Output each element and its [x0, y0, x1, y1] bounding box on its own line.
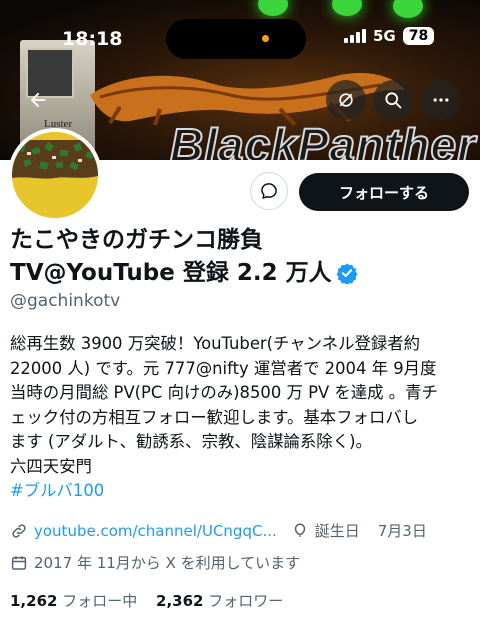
- follow-counts: 1,262 フォロー中 2,362 フォロワー: [10, 590, 283, 611]
- verified-badge-icon[interactable]: [336, 262, 358, 284]
- bio-hashtag-link[interactable]: #ブルバ100: [10, 479, 470, 504]
- search-icon: [385, 92, 402, 109]
- bio-line: 当時の月間総 PV(PC 向けのみ)8500 万 PV を達成 。青チ: [10, 383, 438, 402]
- profile-joined-row: 2017 年 11月から X を利用しています: [10, 552, 300, 573]
- back-arrow-icon: [30, 92, 46, 108]
- following-link[interactable]: 1,262 フォロー中: [10, 592, 142, 610]
- balloon-icon: [294, 522, 306, 537]
- avatar[interactable]: [8, 128, 102, 222]
- recording-dot: [262, 35, 269, 42]
- message-icon: [261, 183, 277, 199]
- banner-big-text: BlackPanther: [169, 118, 477, 160]
- network-label: 5G: [373, 27, 396, 45]
- status-time: 18:18: [62, 28, 123, 50]
- profile-name-line2: TV@YouTube 登録 2.2 万人: [10, 260, 332, 286]
- birthday-label: 誕生日: [314, 522, 360, 540]
- calendar-icon: [11, 555, 27, 570]
- bio-line: 六四天安門: [10, 456, 92, 476]
- following-label: フォロー中: [62, 592, 138, 610]
- profile-bio: 総再生数 3900 万突破！YouTuber(チャンネル登録者約 22000 人…: [10, 332, 470, 504]
- profile-handle: @gachinkotv: [10, 291, 121, 311]
- back-button[interactable]: [18, 80, 58, 120]
- profile-name: たこやきのガチンコ勝負 TV@YouTube 登録 2.2 万人: [10, 224, 390, 290]
- banner-light: [393, 0, 423, 18]
- followers-link[interactable]: 2,362 フォロワー: [156, 592, 283, 610]
- banner-light: [332, 0, 362, 16]
- takoyaki-avatar-image: [12, 132, 98, 218]
- battery-icon: 78: [402, 27, 435, 45]
- bio-line: ェック付の方相互フォロー歓迎します。基本フォロバし: [10, 407, 419, 427]
- signal-icon: [344, 29, 366, 43]
- profile-name-line2-wrap: TV@YouTube 登録 2.2 万人: [10, 257, 390, 290]
- message-button[interactable]: [250, 172, 288, 210]
- joined-date: 2017 年 11月から X を利用しています: [34, 554, 301, 572]
- profile-website-link[interactable]: youtube.com/channel/UCngqC...: [34, 522, 277, 540]
- profile-meta-row: youtube.com/channel/UCngqC... 誕生日 7月3日: [10, 520, 427, 541]
- more-button[interactable]: [421, 80, 461, 120]
- bio-line: 総再生数 3900 万突破！YouTuber(チャンネル登録者約: [10, 334, 421, 353]
- notification-toggle-button[interactable]: [326, 80, 366, 120]
- follow-button[interactable]: フォローする: [299, 173, 469, 211]
- followers-count: 2,362: [156, 592, 204, 610]
- dynamic-island: [166, 19, 306, 59]
- profile-name-line1: たこやきのガチンコ勝負: [10, 227, 263, 253]
- birthday-value: 7月3日: [377, 522, 427, 540]
- no-notification-icon: [339, 93, 353, 107]
- following-count: 1,262: [10, 592, 58, 610]
- bio-line: 22000 人) です。元 777@nifty 運営者で 2004 年 9月度: [10, 358, 437, 378]
- status-right: 5G 78: [344, 27, 435, 45]
- banner-light: [258, 0, 288, 16]
- bio-line: ます (アダルト、勧誘系、宗教、陰謀論系除く)。: [10, 432, 372, 451]
- search-button[interactable]: [373, 80, 413, 120]
- link-icon: [12, 523, 26, 538]
- more-icon: [433, 98, 449, 102]
- followers-label: フォロワー: [208, 592, 284, 610]
